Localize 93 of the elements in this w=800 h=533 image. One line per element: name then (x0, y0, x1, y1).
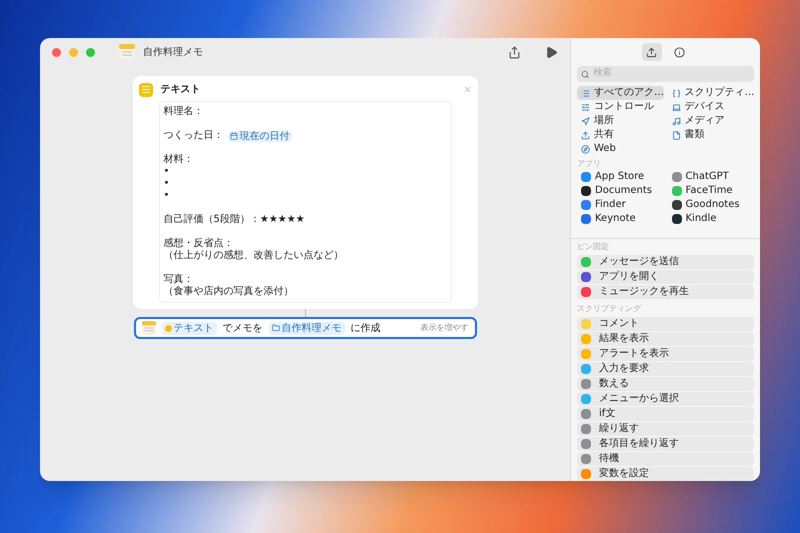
section-heading: アプリ (577, 158, 601, 170)
close-button[interactable] (52, 48, 61, 56)
compass-icon (581, 144, 590, 154)
notes-app-icon (119, 44, 135, 60)
action-label: 数える (599, 379, 629, 389)
action-label: アラートを表示 (599, 349, 669, 359)
app-item[interactable]: Kindle (668, 212, 754, 226)
text-line: 写真： (164, 274, 194, 286)
search-icon (581, 70, 590, 78)
share-icon[interactable] (508, 46, 521, 58)
text-field[interactable]: 料理名： つくった日： 現在の日付 材料： • • • 自己評価（5段階）：★★★★★ 感想・反省点： （仕上がりの感想、改善したい点など） 写真： （食事や店内の写真を添付） (158, 101, 452, 303)
location-arrow-icon (581, 116, 590, 126)
app-item[interactable]: ChatGPT (668, 170, 754, 184)
text-line: • (164, 190, 170, 202)
laptop-icon (672, 102, 680, 112)
calendar-icon (230, 132, 238, 140)
action-label: アプリを開く (599, 272, 659, 282)
variable-token[interactable]: 現在の日付 (228, 130, 292, 142)
variable-token[interactable]: テキスト (162, 322, 216, 334)
search-field[interactable]: 検索 (577, 66, 754, 82)
action-label: 待機 (599, 454, 619, 464)
category-item[interactable]: コントロール (577, 100, 664, 114)
run-icon[interactable] (545, 46, 558, 58)
list-icon (581, 88, 590, 98)
action-item[interactable]: 変数を設定 (577, 467, 754, 481)
variable-token[interactable]: 自作料理メモ (268, 322, 344, 334)
action-item[interactable]: if文 (577, 407, 754, 421)
app-item[interactable]: Keynote (577, 212, 664, 226)
search-input[interactable]: 検索 (593, 67, 750, 81)
text-line: （仕上がりの感想、改善したい点など） (164, 250, 344, 262)
text-line: 感想・反省点： (164, 238, 234, 250)
braces-icon (672, 88, 680, 98)
action-item[interactable]: ミュージックを再生 (577, 285, 754, 299)
action-label: 変数を設定 (599, 469, 649, 479)
action-item[interactable]: アプリを開く (577, 270, 754, 284)
notes-app-icon (142, 321, 156, 335)
action-item[interactable]: アラートを表示 (577, 347, 754, 361)
document-icon (672, 130, 680, 140)
action-label: 各項目を繰り返す (599, 439, 679, 449)
action-item[interactable]: 各項目を繰り返す (577, 437, 754, 451)
app-item[interactable]: App Store (577, 170, 664, 184)
text-icon (164, 324, 172, 332)
app-item[interactable]: FaceTime (668, 184, 754, 198)
folder-icon (272, 324, 280, 332)
action-item[interactable]: メッセージを送信 (577, 255, 754, 269)
action-text: に作成 (350, 322, 380, 336)
action-item[interactable]: 結果を表示 (577, 332, 754, 346)
action-label: メニューから選択 (599, 394, 679, 404)
action-label: 繰り返す (599, 424, 639, 434)
text-line: • (164, 166, 170, 178)
window-title: 自作料理メモ (143, 46, 203, 60)
action-label: 入力を要求 (599, 364, 649, 374)
action-item[interactable]: 待機 (577, 452, 754, 466)
app-item[interactable]: Documents (577, 184, 664, 198)
category-item[interactable]: すべてのアク… (577, 86, 664, 100)
show-more-link[interactable]: 表示を増やす (420, 322, 468, 334)
text-action-icon (138, 82, 152, 96)
category-item[interactable]: Web (577, 142, 664, 156)
section-heading: スクリプティング (577, 303, 641, 315)
action-text: でメモを (222, 322, 262, 336)
info-icon (674, 46, 685, 58)
text-line: 自己評価（5段階）：★★★★★ (164, 214, 305, 226)
category-item[interactable]: 場所 (577, 114, 664, 128)
section-heading: ピン固定 (577, 241, 609, 253)
text-line: つくった日： (164, 130, 224, 142)
action-label: 結果を表示 (599, 334, 649, 344)
action-label: ミュージックを再生 (599, 287, 689, 297)
category-item[interactable]: 書類 (668, 128, 754, 142)
category-item[interactable]: 共有 (577, 128, 664, 142)
action-title: テキスト (160, 83, 200, 97)
create-note-action[interactable]: テキスト でメモを 自作料理メモ に作成 表示を増やす (134, 317, 476, 339)
sliders-icon (581, 102, 590, 112)
action-label: メッセージを送信 (599, 257, 679, 267)
action-label: コメント (599, 319, 639, 329)
action-item[interactable]: 入力を要求 (577, 362, 754, 376)
square-arrow-icon (646, 46, 657, 58)
text-line: 料理名： (164, 106, 204, 118)
actions-tab[interactable] (642, 43, 662, 61)
share-icon (581, 130, 590, 140)
music-note-icon (672, 116, 680, 126)
category-item[interactable]: デバイス (668, 100, 754, 114)
app-item[interactable]: Goodnotes (668, 198, 754, 212)
action-label: if文 (599, 409, 616, 419)
text-line: • (164, 178, 170, 190)
text-line: （食事や店内の写真を添付） (164, 286, 294, 298)
text-line: 材料： (164, 154, 194, 166)
action-item[interactable]: メニューから選択 (577, 392, 754, 406)
category-item[interactable]: スクリプティ… (668, 86, 754, 100)
action-item[interactable]: 数える (577, 377, 754, 391)
category-item[interactable]: メディア (668, 114, 754, 128)
action-item[interactable]: 繰り返す (577, 422, 754, 436)
action-item[interactable]: コメント (577, 317, 754, 331)
app-item[interactable]: Finder (577, 198, 664, 212)
